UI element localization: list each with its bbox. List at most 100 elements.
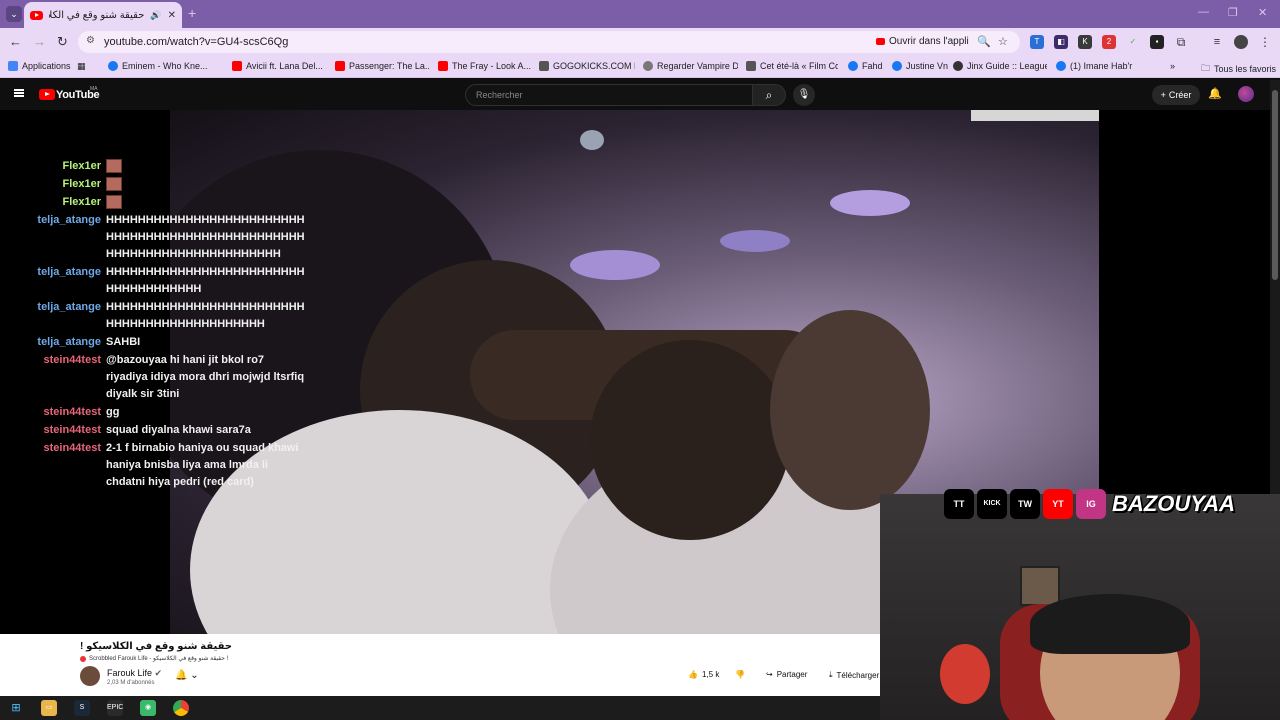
youtube-logo-icon[interactable] xyxy=(39,89,55,100)
plus-icon: + xyxy=(1160,90,1166,100)
scrollbar-thumb[interactable] xyxy=(1272,90,1278,280)
player-head-2 xyxy=(590,340,790,540)
extension-k-icon[interactable]: K xyxy=(1078,35,1092,49)
bookmark-item[interactable]: Avicii ft. Lana Del... xyxy=(232,61,326,71)
windows-start-icon[interactable]: ⊞ xyxy=(8,700,24,716)
all-bookmarks-button[interactable]: 🗀 Tous les favoris xyxy=(1201,61,1276,77)
extension-check-icon[interactable]: ✓ xyxy=(1126,35,1140,49)
bookmark-item[interactable]: Justine Vn xyxy=(892,61,948,71)
restore-icon[interactable]: ❐ xyxy=(1228,6,1238,19)
globe-icon xyxy=(643,61,653,71)
chat-text xyxy=(106,176,306,193)
page-scrollbar[interactable] xyxy=(1270,80,1280,494)
extensions-puzzle-icon[interactable]: ⧉ xyxy=(1174,35,1188,49)
new-tab-icon[interactable]: + xyxy=(188,5,196,21)
bookmark-item[interactable]: (1) Imane Hab'r xyxy=(1056,61,1132,71)
epic-games-icon[interactable]: EPIC xyxy=(107,700,123,716)
steam-icon[interactable]: S xyxy=(74,700,90,716)
open-in-app-button[interactable]: Ouvrir dans l'appli xyxy=(876,36,969,47)
crowd-light xyxy=(830,190,910,216)
speaker-icon[interactable]: 🔊 xyxy=(150,10,161,21)
youtube-favicon-icon xyxy=(30,10,43,20)
channel-name-text: Farouk Life xyxy=(107,668,153,678)
social-bar: TT KICK TW YT IG BAZOUYAA xyxy=(944,489,1235,519)
search-icon[interactable]: ⌕ xyxy=(752,84,786,106)
chat-text: HHHHHHHHHHHHHHHHHHHHHHHHHHHHHHHHHHHHHHHH… xyxy=(106,301,305,330)
subscribe-bell-button[interactable]: 🔔 ⌄ xyxy=(175,670,199,681)
channel-avatar[interactable] xyxy=(80,666,100,686)
facebook-icon xyxy=(892,61,902,71)
chat-username: Flex1er xyxy=(62,178,101,190)
back-icon[interactable]: ← xyxy=(9,34,22,49)
crowd-light xyxy=(720,230,790,252)
extension-dark-icon[interactable]: ▪ xyxy=(1150,35,1164,49)
bookmark-item[interactable]: Regarder Vampire D... xyxy=(643,61,738,71)
instagram-icon: IG xyxy=(1076,489,1106,519)
download-label: Télécharger xyxy=(836,670,880,680)
chat-username: stein44test xyxy=(43,406,101,418)
bookmark-item[interactable]: Passenger: The La... xyxy=(335,61,429,71)
extension-badge-icon[interactable]: 2 xyxy=(1102,35,1116,49)
create-button[interactable]: + Créer xyxy=(1152,85,1200,105)
dislike-button[interactable]: 👎 xyxy=(735,670,745,679)
channel-name[interactable]: Farouk Life ✔ xyxy=(107,668,162,679)
microphone-icon[interactable]: 🎙 xyxy=(793,84,815,106)
menu-icon[interactable] xyxy=(14,89,24,97)
bookmark-label: The Fray - Look A... xyxy=(452,61,532,71)
bookmark-label: Applications xyxy=(22,61,71,71)
close-tab-icon[interactable]: ✕ xyxy=(168,10,176,21)
all-bookmarks-label: Tous les favoris xyxy=(1214,64,1277,74)
video-info-panel: حقيقة شنو وقع في الكلاسيكو ! Scrobbled F… xyxy=(0,634,880,696)
profile-avatar-icon[interactable] xyxy=(1234,35,1248,49)
bookmark-item[interactable]: Fahd xyxy=(848,61,883,71)
tab-search-icon[interactable]: ⌄ xyxy=(6,6,22,22)
crowd-light xyxy=(580,130,604,150)
bookmarks-bar: Applications ▦ Eminem - Who Kne... Avici… xyxy=(0,56,1280,78)
forward-icon[interactable]: → xyxy=(33,34,46,49)
download-button[interactable]: ⤓ Télécharger xyxy=(829,670,880,680)
chat-message: Flex1er xyxy=(0,194,310,211)
bookmarks-overflow-label: » xyxy=(1170,61,1176,71)
bookmark-item[interactable]: Jinx Guide :: League... xyxy=(953,61,1047,71)
chat-username: telja_atange xyxy=(37,336,101,348)
emote-icon xyxy=(106,159,122,174)
chat-text: HHHHHHHHHHHHHHHHHHHHHHHHHHHHHHHHHHHHH xyxy=(106,266,305,295)
chat-text: 2-1 f birnabio haniya ou squad khawi han… xyxy=(106,442,299,488)
bookmark-item[interactable]: Cet été-là « Film Co... xyxy=(746,61,838,71)
bookmark-star-icon[interactable]: ☆ xyxy=(998,35,1008,48)
extension-translate-icon[interactable]: T xyxy=(1030,35,1044,49)
search-input[interactable]: Rechercher xyxy=(465,84,753,106)
file-explorer-icon[interactable]: ▭ xyxy=(41,700,57,716)
bookmarks-grid-icon[interactable]: ▦ xyxy=(77,61,86,72)
bookmark-label: Avicii ft. Lana Del... xyxy=(246,61,323,71)
notifications-bell-icon[interactable]: 🔔 xyxy=(1208,87,1222,100)
chat-message: telja_atange HHHHHHHHHHHHHHHHHHHHHHHHHHHH… xyxy=(0,212,310,263)
minimize-icon[interactable]: — xyxy=(1198,6,1209,18)
youtube-icon xyxy=(232,61,242,71)
url-text: youtube.com/watch?v=GU4-scsC6Qg xyxy=(104,36,289,48)
discord-icon[interactable]: ◉ xyxy=(140,700,156,716)
extension-icon[interactable]: ◧ xyxy=(1054,35,1068,49)
bookmark-item[interactable]: Eminem - Who Kne... xyxy=(108,61,220,71)
window-close-icon[interactable]: ✕ xyxy=(1258,6,1267,19)
site-favicon-icon xyxy=(539,61,549,71)
thumbs-up-icon: 👍 xyxy=(688,670,698,679)
bookmark-item[interactable]: GOGOKICKS.COM H... xyxy=(539,61,635,71)
bookmark-label: GOGOKICKS.COM H... xyxy=(553,61,635,71)
menu-kebab-icon[interactable]: ⋮ xyxy=(1258,35,1272,49)
bookmark-item[interactable]: Applications xyxy=(8,61,71,71)
tab-list-icon[interactable]: ≡ xyxy=(1210,35,1224,49)
browser-tab-active[interactable]: حقيقة شنو وقع في الكلاسيكو 🔊 ✕ xyxy=(24,2,182,28)
chrome-icon[interactable] xyxy=(173,700,189,716)
omnibox[interactable]: ⚙ youtube.com/watch?v=GU4-scsC6Qg Ouvrir… xyxy=(78,31,1020,53)
reload-icon[interactable]: ↻ xyxy=(57,34,68,50)
bookmarks-overflow-button[interactable]: » xyxy=(1170,61,1175,71)
bookmark-item[interactable]: The Fray - Look A... xyxy=(438,61,532,71)
zoom-icon[interactable]: 🔍 xyxy=(977,35,991,48)
like-button[interactable]: 👍 1,5 k xyxy=(688,670,719,679)
site-info-icon[interactable]: ⚙ xyxy=(86,35,95,46)
share-button[interactable]: ↪ Partager xyxy=(766,670,807,679)
youtube-social-icon: YT xyxy=(1043,489,1073,519)
account-avatar[interactable] xyxy=(1238,86,1254,102)
facebook-icon xyxy=(1056,61,1066,71)
